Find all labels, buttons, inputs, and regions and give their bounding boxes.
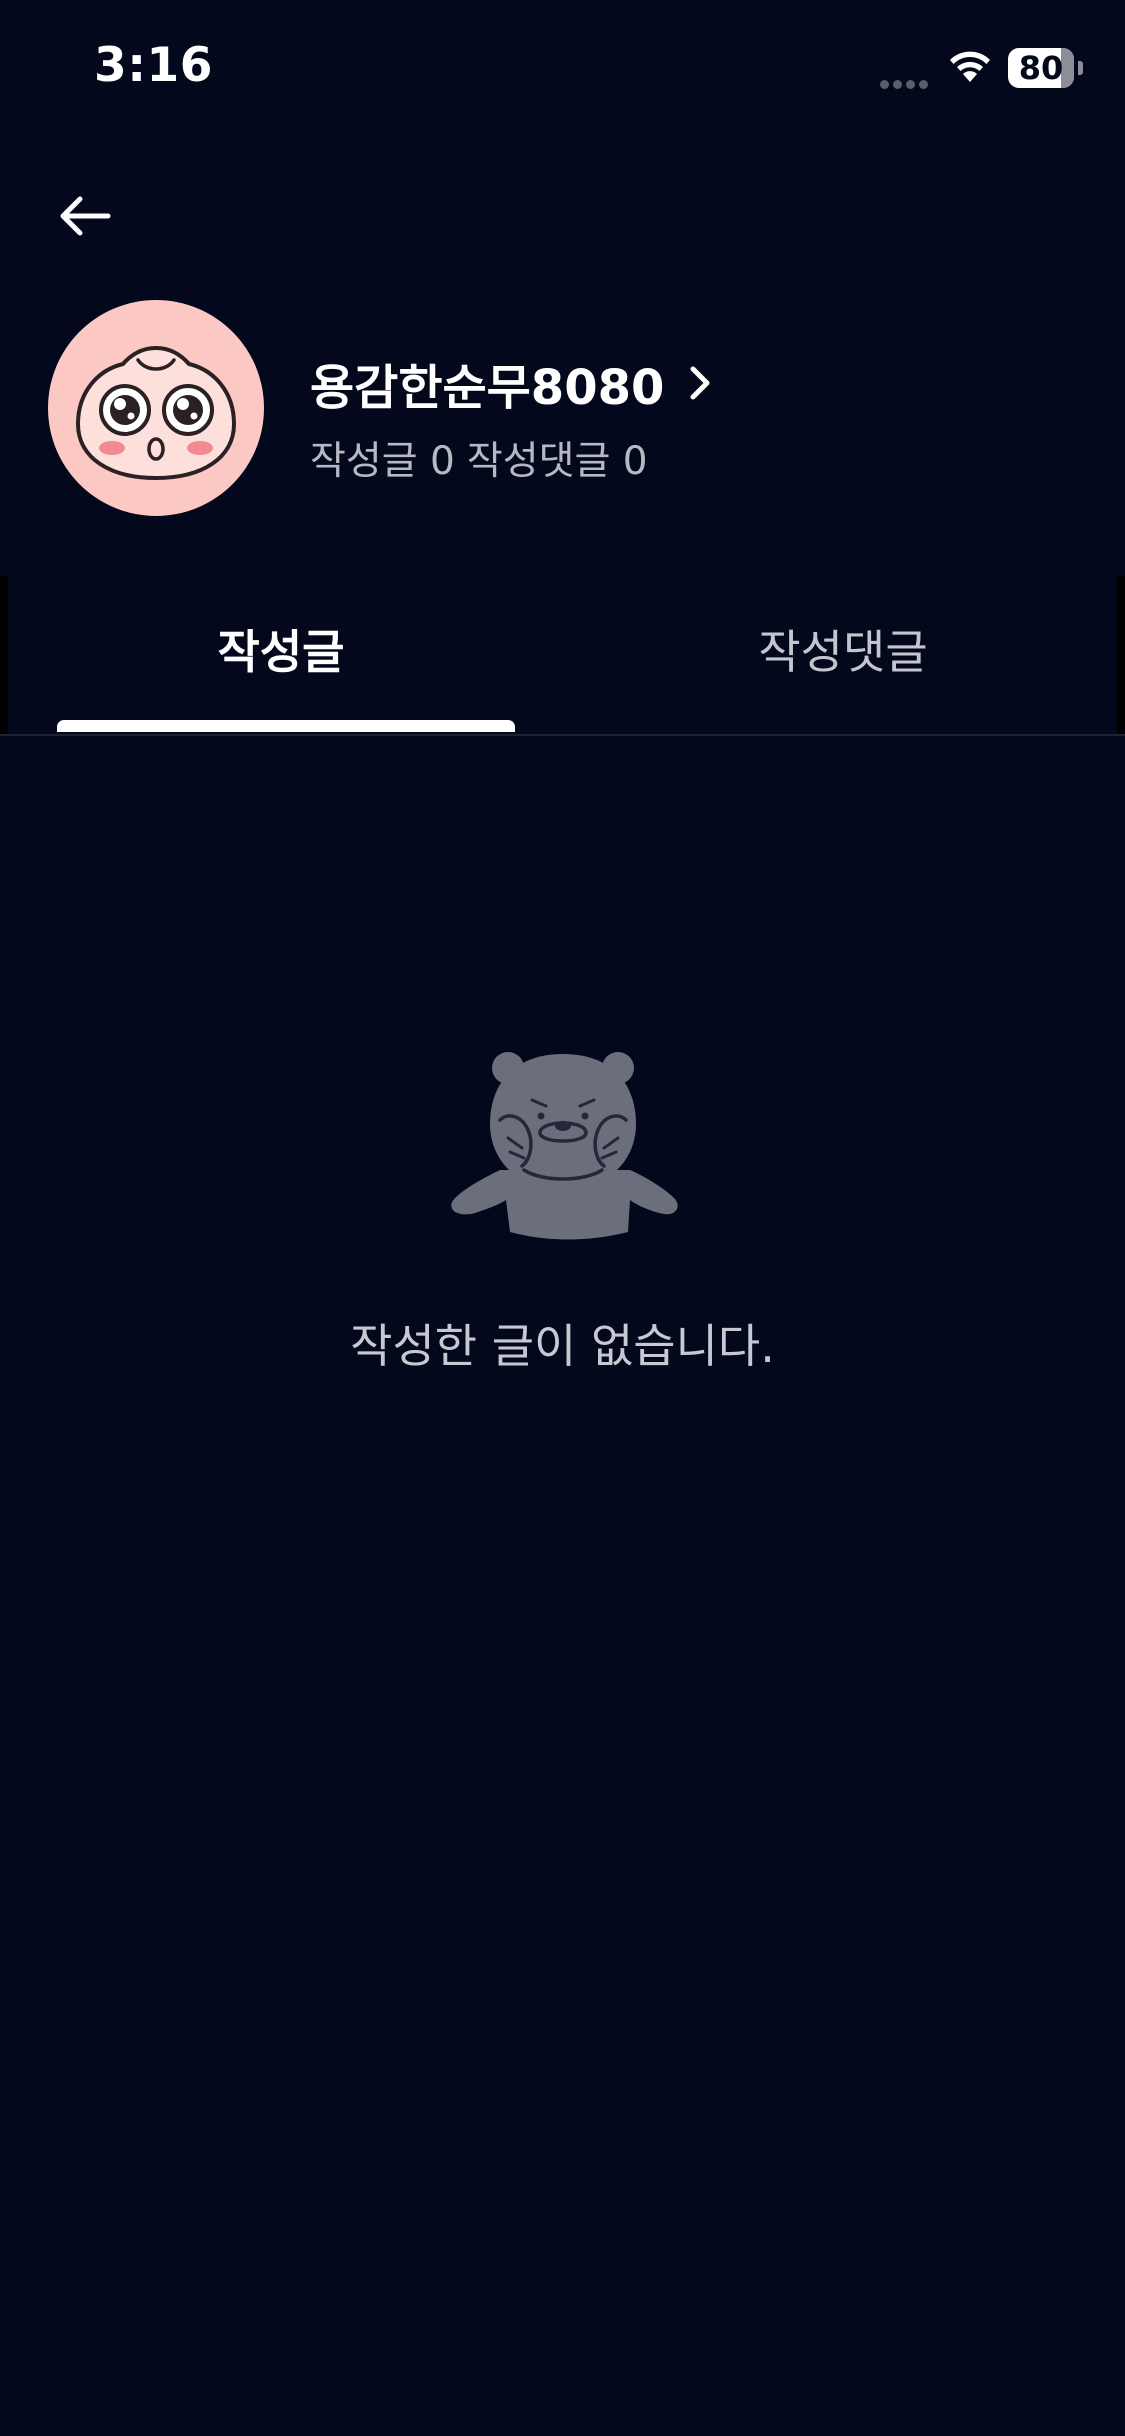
tab-bar: 작성글 작성댓글 [0, 576, 1125, 736]
tab-posts[interactable]: 작성글 [0, 576, 562, 722]
status-bar: 3:16 80 [0, 0, 1125, 140]
battery-icon: 80 [1008, 48, 1084, 88]
tab-comments[interactable]: 작성댓글 [562, 576, 1124, 722]
crying-bear-icon [451, 1052, 678, 1240]
empty-state: 작성한 글이 없습니다. [0, 1020, 1125, 1420]
nickname: 용감한순무8080 [310, 360, 665, 416]
battery-level: 80 [1018, 49, 1064, 87]
chevron-right-icon [690, 366, 710, 400]
apeach-avatar-icon [75, 345, 237, 481]
status-time: 3:16 [94, 38, 213, 93]
wifi-icon [950, 51, 990, 82]
profile-name-link[interactable]: 용감한순무8080 [310, 348, 714, 418]
back-button[interactable] [48, 180, 120, 252]
empty-message: 작성한 글이 없습니다. [350, 1319, 775, 1373]
avatar[interactable] [48, 300, 264, 516]
cellular-signal-icon [880, 74, 934, 89]
tab-selected-indicator [57, 720, 515, 732]
comments-count: 작성댓글 0 [466, 439, 648, 484]
screen: 3:16 80 용감한순무8080 작성글 0 작성댓글 0 작성글 작성댓글 … [0, 0, 1125, 2436]
activity-counts: 작성글 0 작성댓글 0 [310, 430, 660, 486]
arrow-left-icon [60, 196, 111, 236]
profile-section: 용감한순무8080 작성글 0 작성댓글 0 [0, 290, 1125, 540]
posts-count: 작성글 0 [310, 439, 455, 484]
